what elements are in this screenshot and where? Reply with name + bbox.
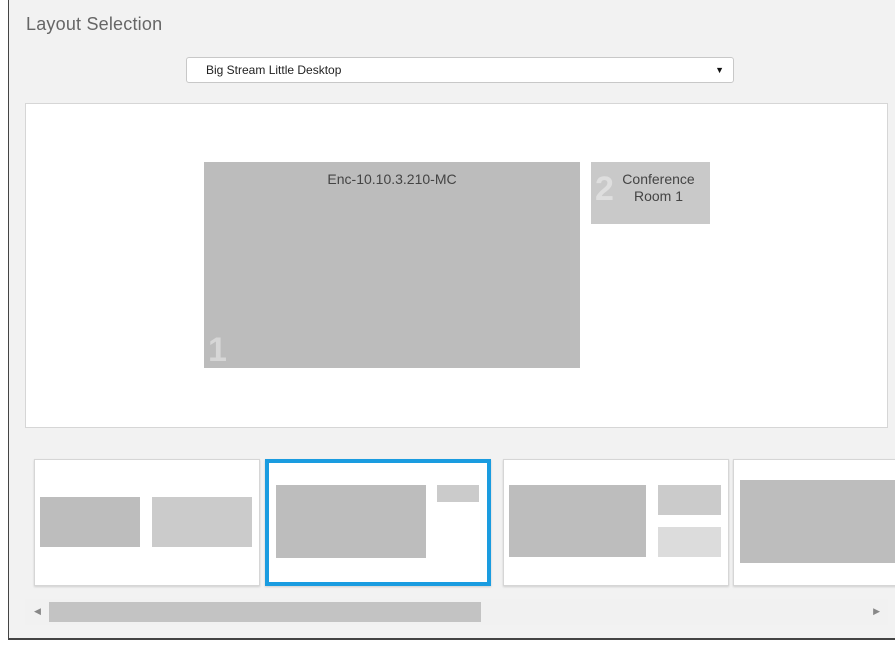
chevron-down-icon: ▼: [715, 65, 724, 75]
thumbnail-block: [740, 480, 895, 563]
layout-thumbnail-side-by-side[interactable]: [34, 459, 260, 586]
layout-preview: Enc-10.10.3.210-MC 1 2 Conference Room 1: [25, 103, 888, 428]
thumbnail-block: [40, 497, 140, 547]
layout-thumbnail-big-stream-little-desktop[interactable]: [265, 459, 491, 586]
thumbnail-block: [276, 485, 426, 558]
preview-tile-label: Enc-10.10.3.210-MC: [327, 171, 457, 187]
layout-dropdown[interactable]: Big Stream Little Desktop ▼: [186, 57, 734, 83]
preview-tile-1[interactable]: Enc-10.10.3.210-MC 1: [204, 162, 580, 368]
thumbnail-block: [658, 527, 721, 557]
preview-tile-number: 1: [208, 331, 227, 368]
thumbnail-block: [152, 497, 252, 547]
layout-selection-panel: Layout Selection Big Stream Little Deskt…: [8, 0, 895, 640]
scrollbar-thumb[interactable]: [49, 602, 481, 622]
layout-thumbnail-big-plus-two[interactable]: [503, 459, 729, 586]
layout-thumbnail-strip: [25, 449, 895, 597]
thumbnail-block: [658, 485, 721, 515]
thumbnail-block: [437, 485, 479, 502]
scroll-right-icon[interactable]: ▶: [873, 606, 880, 617]
preview-tile-2[interactable]: 2 Conference Room 1: [591, 162, 710, 224]
preview-tile-number: 2: [595, 170, 614, 208]
thumbnail-scrollbar[interactable]: ◀ ▶: [25, 599, 888, 625]
layout-thumbnail-full[interactable]: [733, 459, 895, 586]
thumbnail-block: [509, 485, 646, 557]
page-title: Layout Selection: [26, 14, 163, 34]
scroll-left-icon[interactable]: ◀: [34, 606, 41, 617]
layout-dropdown-value: Big Stream Little Desktop: [206, 63, 342, 77]
